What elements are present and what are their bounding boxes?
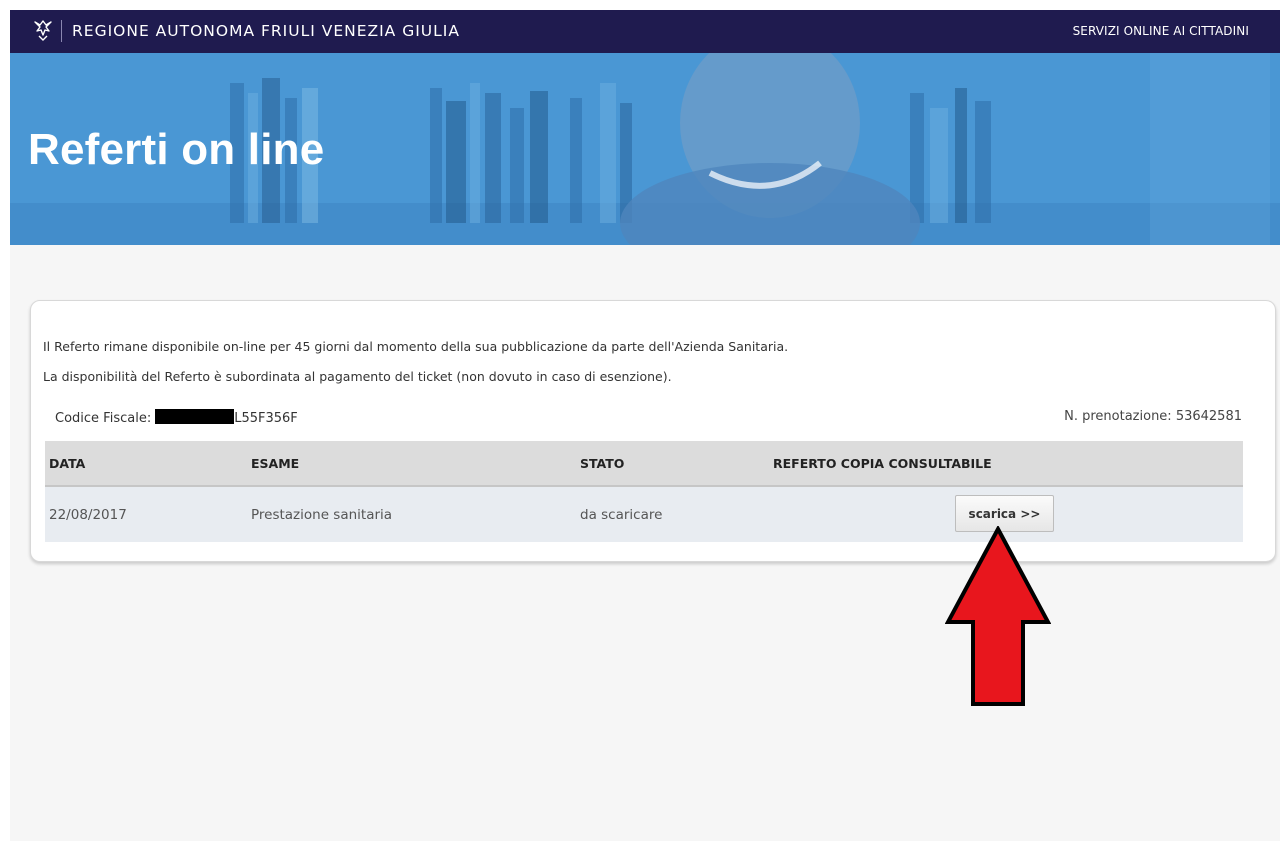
redaction-bar: [155, 409, 235, 424]
cell-stato: da scaricare: [580, 507, 663, 523]
hero-banner: Referti on line: [10, 53, 1280, 245]
codice-fiscale: Codice Fiscale: L55F356F: [55, 409, 298, 426]
page-title: Referti on line: [28, 125, 325, 174]
region-logo-icon: [34, 20, 52, 41]
availability-note: Il Referto rimane disponibile on-line pe…: [43, 339, 789, 354]
codice-fiscale-label: Codice Fiscale:: [55, 411, 152, 426]
column-header-stato: STATO: [580, 456, 625, 471]
services-link[interactable]: SERVIZI ONLINE AI CITTADINI: [1073, 24, 1249, 38]
column-header-esame: ESAME: [251, 456, 300, 471]
cell-data: 22/08/2017: [49, 507, 127, 523]
top-bar: REGIONE AUTONOMA FRIULI VENEZIA GIULIA S…: [10, 10, 1280, 53]
table-header: DATA ESAME STATO REFERTO COPIA CONSULTAB…: [45, 441, 1243, 487]
region-name: REGIONE AUTONOMA FRIULI VENEZIA GIULIA: [72, 22, 460, 40]
ticket-note: La disponibilità del Referto è subordina…: [43, 369, 672, 384]
booking-number: N. prenotazione: 53642581: [1064, 409, 1242, 424]
results-table: DATA ESAME STATO REFERTO COPIA CONSULTAB…: [45, 441, 1243, 542]
cell-esame: Prestazione sanitaria: [251, 507, 393, 523]
table-row: 22/08/2017 Prestazione sanitaria da scar…: [45, 487, 1243, 542]
column-header-data: DATA: [49, 456, 86, 471]
column-header-referto: REFERTO COPIA CONSULTABILE: [773, 456, 992, 471]
page: REGIONE AUTONOMA FRIULI VENEZIA GIULIA S…: [10, 10, 1280, 841]
results-card: Il Referto rimane disponibile on-line pe…: [30, 300, 1276, 562]
codice-fiscale-value: L55F356F: [234, 411, 298, 426]
red-arrow-annotation-icon: [945, 526, 1051, 706]
logo-divider: [61, 20, 62, 42]
